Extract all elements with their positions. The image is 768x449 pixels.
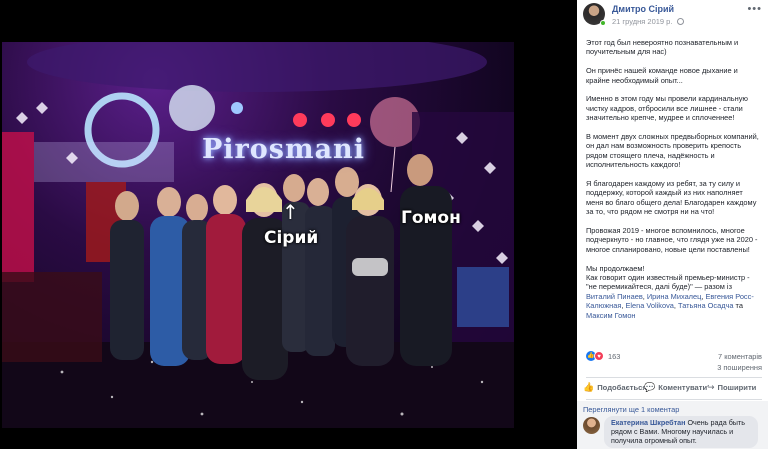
divider <box>586 399 762 400</box>
share-button-label: Поширити <box>717 383 757 392</box>
closing-line-1: Мы продолжаем! <box>586 263 645 273</box>
more-options-button[interactable]: ••• <box>747 3 762 15</box>
reaction-count[interactable]: 163 <box>608 352 620 361</box>
comment-count-link[interactable]: 7 коментарів <box>718 352 762 361</box>
comment-button-label: Коментувати <box>658 383 708 392</box>
photo-label-siryi: Сірий <box>264 228 319 248</box>
comment-bubble: Екатерина Шкребтан Очень рада быть рядом… <box>604 416 758 449</box>
speech-bubble-icon: 💬 <box>644 382 656 392</box>
share-count-link[interactable]: 3 поширення <box>717 363 762 372</box>
comment-button[interactable]: 💬 Коментувати <box>644 382 707 393</box>
with-word: разом із <box>704 282 732 292</box>
divider <box>586 377 762 378</box>
like-button-label: Подобається <box>597 383 647 392</box>
love-reaction-icon[interactable]: ♥ <box>594 351 604 361</box>
post-paragraph: Именно в этом году мы провели кардинальн… <box>586 94 748 123</box>
commenter-name[interactable]: Екатерина Шкребтан <box>611 418 685 427</box>
post-date[interactable]: 21 грудня 2019 р. <box>612 17 684 26</box>
like-button[interactable]: 👍 Подобається <box>583 382 647 393</box>
tagged-person-link[interactable]: Elena Volikova <box>625 301 673 310</box>
photo-scene <box>2 42 514 428</box>
tagged-and: та <box>735 301 743 311</box>
pirosmani-sign: Pirosmani <box>202 134 365 165</box>
tagged-person-link[interactable]: Виталий Пинаев <box>586 292 643 301</box>
share-arrow-icon: ↪ <box>707 382 715 392</box>
share-button[interactable]: ↪ Поширити <box>707 382 756 393</box>
post-paragraph: Провожая 2019 - многое вспомнилось, мног… <box>586 226 758 254</box>
post-header: Дмитро Сірий 21 грудня 2019 р. ••• <box>577 0 768 30</box>
online-status-icon <box>600 20 606 26</box>
post-paragraph: Я благодарен каждому из ребят, за ту сил… <box>586 179 757 217</box>
author-name[interactable]: Дмитро Сірий <box>612 4 674 14</box>
photo-viewer-stage: Pirosmani ↑ Сірий Гомон <box>0 0 577 449</box>
arrow-up-icon: ↑ <box>282 200 299 224</box>
post-text: Этот год был невероятно познавательным и… <box>586 38 762 320</box>
post-paragraph: Он принёс нашей команде новое дыхание и … <box>586 66 738 85</box>
post-date-text[interactable]: 21 грудня 2019 р. <box>612 17 672 26</box>
post-paragraph: В момент двух сложных предвыборных компа… <box>586 132 759 170</box>
post-paragraph: Этот год был невероятно познавательным и… <box>586 38 739 57</box>
tagged-person-link[interactable]: Татьяна Осадча <box>678 301 733 310</box>
photo-label-homon: Гомон <box>401 208 461 228</box>
post-side-panel: Дмитро Сірий 21 грудня 2019 р. ••• Этот … <box>577 0 768 449</box>
reaction-summary: 👍 ♥ 163 7 коментарів 3 поширення <box>586 349 762 372</box>
thumbs-up-icon: 👍 <box>583 382 595 392</box>
globe-icon <box>676 18 684 25</box>
post-photo[interactable]: Pirosmani ↑ Сірий Гомон <box>2 42 514 428</box>
tagged-person-link[interactable]: Максим Гомон <box>586 311 636 320</box>
tagged-person-link[interactable]: Ирина Михалец <box>647 292 701 301</box>
view-more-comments-link[interactable]: Переглянути ще 1 коментар <box>583 405 679 414</box>
post-actions-bar: 👍 Подобається 💬 Коментувати ↪ Поширити <box>577 382 768 396</box>
post-closing: Мы продолжаем! Как говорит один известны… <box>586 263 754 320</box>
comments-section: Переглянути ще 1 коментар Екатерина Шкре… <box>577 401 768 449</box>
commenter-avatar[interactable] <box>583 417 600 434</box>
